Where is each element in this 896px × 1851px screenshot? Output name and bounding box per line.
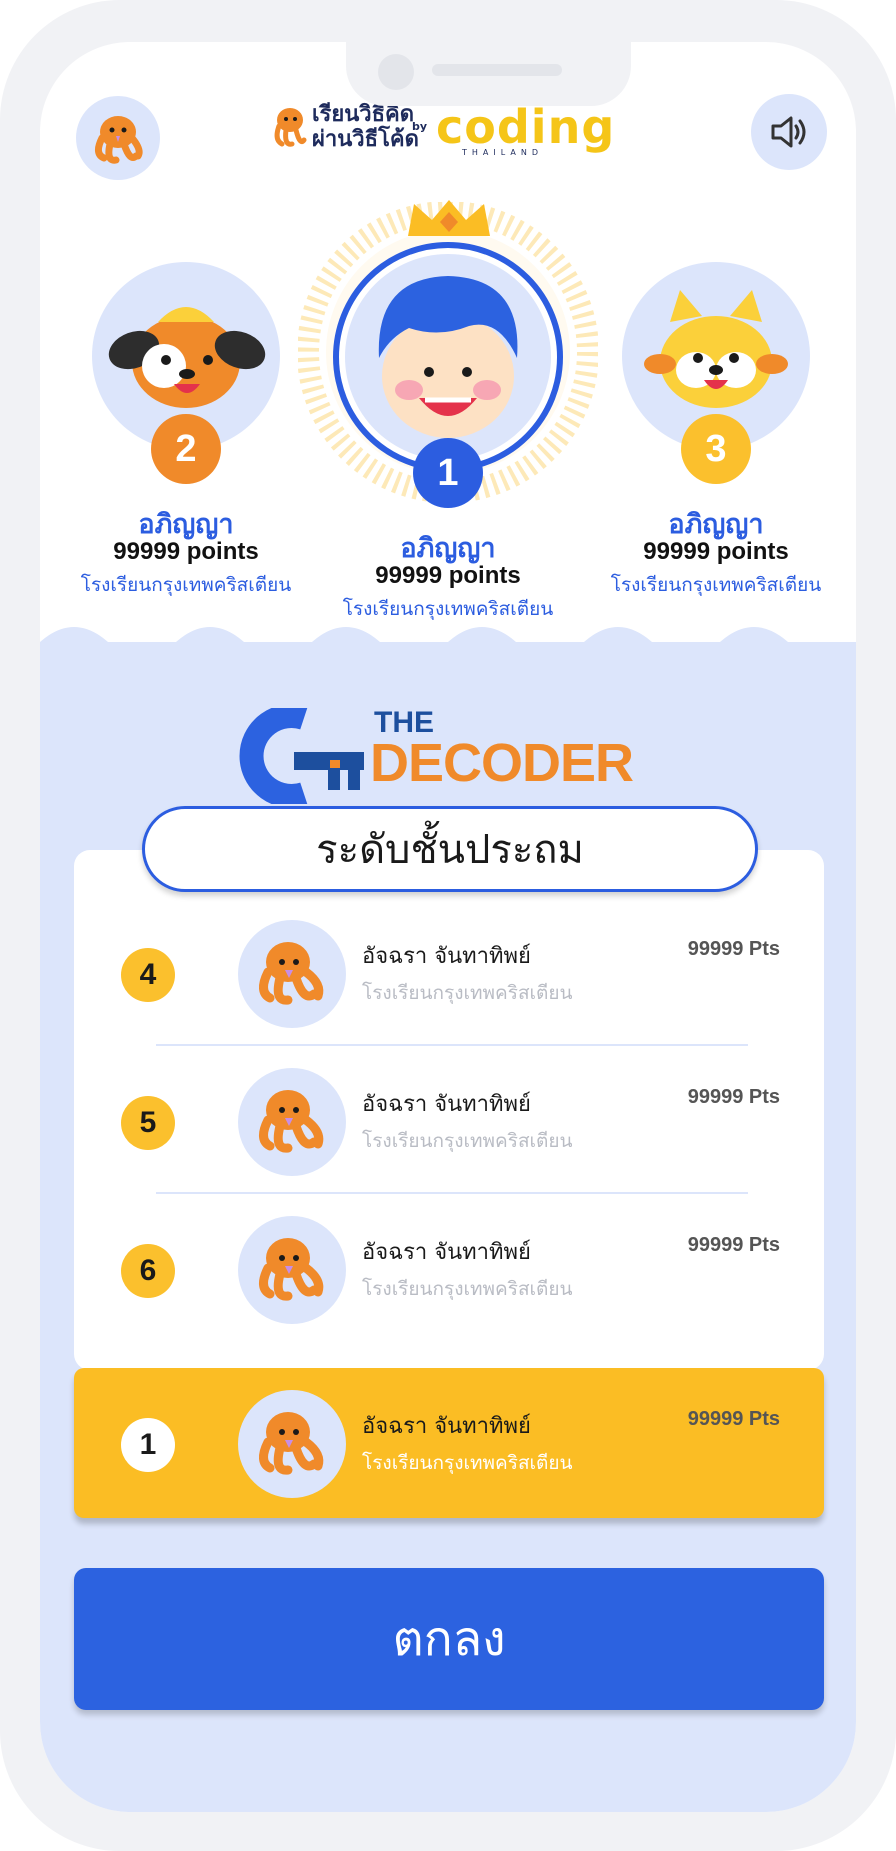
user-avatar-button[interactable] <box>76 96 160 180</box>
decoder-logo-word: DECODER <box>370 733 634 793</box>
row-school: โรงเรียนกรุงเทพคริสเตียน <box>362 1278 573 1300</box>
podium-school-rank-2: โรงเรียนกรุงเทพคริสเตียน <box>80 574 292 596</box>
row-avatar <box>238 1068 346 1176</box>
podium-school-rank-3: โรงเรียนกรุงเทพคริสเตียน <box>610 574 822 596</box>
the-decoder-logo: THE DECODER <box>234 700 664 810</box>
earpiece <box>432 64 562 76</box>
row-avatar <box>238 1216 346 1324</box>
octopus-avatar-icon <box>259 1412 324 1475</box>
podium-points-rank-2: 99999 points <box>113 538 259 565</box>
podium-points-rank-3: 99999 points <box>643 538 789 565</box>
row-rank: 1 <box>121 1418 175 1472</box>
row-rank: 6 <box>121 1244 175 1298</box>
leaderboard-row-6: 6 อัจฉรา จันทาทิพย์ โรงเรียนกรุงเทพคริสเ… <box>74 1194 824 1342</box>
level-label: ระดับชั้นประถม <box>142 806 758 892</box>
logo-by: by <box>412 120 428 133</box>
crown-icon <box>408 200 490 236</box>
row-points: 99999 Pts <box>687 1086 780 1108</box>
octopus-mascot-icon <box>95 116 143 164</box>
row-name: อัจฉรา จันทาทิพย์ <box>362 1240 531 1265</box>
speaker-icon <box>771 116 806 148</box>
current-user-row: 1 อัจฉรา จันทาทิพย์ โรงเรียนกรุงเทพคริสเ… <box>74 1368 824 1518</box>
leaderboard-row-4: 4 อัจฉรา จันทาทิพย์ โรงเรียนกรุงเทพคริสเ… <box>74 898 824 1046</box>
row-name: อัจฉรา จันทาทิพย์ <box>362 944 531 969</box>
sound-toggle-button[interactable] <box>751 94 827 170</box>
octopus-avatar-icon <box>259 1090 324 1153</box>
row-points: 99999 Pts <box>687 1408 780 1430</box>
leaderboard-row-5: 5 อัจฉรา จันทาทิพย์ โรงเรียนกรุงเทพคริสเ… <box>74 1046 824 1194</box>
logo-thai-text: เรียนวิธีคิด ผ่านวิธีโค้ด <box>312 102 419 152</box>
podium-points-rank-1: 99999 points <box>375 562 521 589</box>
octopus-avatar-icon <box>259 1238 324 1301</box>
app-screen: เรียนวิธีคิด ผ่านวิธีโค้ด by coding THAI… <box>40 42 856 1812</box>
row-name: อัจฉรา จันทาทิพย์ <box>362 1092 531 1117</box>
row-school: โรงเรียนกรุงเทพคริสเตียน <box>362 1452 573 1474</box>
octopus-avatar-icon <box>259 942 324 1005</box>
decoder-key-icon <box>239 708 364 804</box>
row-points: 99999 Pts <box>687 938 780 960</box>
row-rank: 5 <box>121 1096 175 1150</box>
boy-avatar-icon <box>345 254 551 460</box>
logo-line-2: ผ่านวิธีโค้ด <box>312 127 419 152</box>
phone-notch <box>346 42 631 106</box>
octopus-logo-icon <box>274 108 307 147</box>
row-avatar <box>238 920 346 1028</box>
coding-thailand-logo: เรียนวิธีคิด ผ่านวิธีโค้ด by coding THAI… <box>270 98 650 168</box>
camera-dot <box>378 54 414 90</box>
row-name: อัจฉรา จันทาทิพย์ <box>362 1414 531 1439</box>
ok-button[interactable]: ตกลง <box>74 1568 824 1710</box>
logo-brand: coding <box>436 100 616 154</box>
rank-badge-3: 3 <box>681 414 751 484</box>
row-school: โรงเรียนกรุงเทพคริสเตียน <box>362 982 573 1004</box>
row-school: โรงเรียนกรุงเทพคริสเตียน <box>362 1130 573 1152</box>
row-rank: 4 <box>121 948 175 1002</box>
rank-badge-2: 2 <box>151 414 221 484</box>
rank-badge-1: 1 <box>413 438 483 508</box>
logo-country: THAILAND <box>462 148 543 157</box>
row-points: 99999 Pts <box>687 1234 780 1256</box>
row-avatar <box>238 1390 346 1498</box>
